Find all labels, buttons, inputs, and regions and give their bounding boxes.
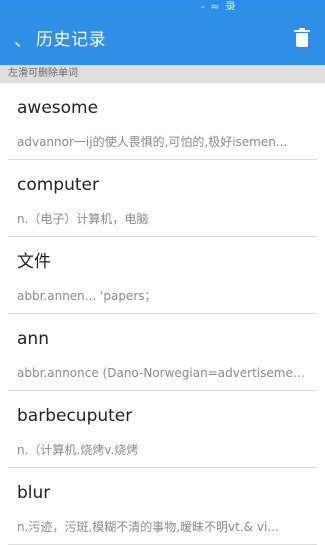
meaning-text: n.（计算机.烧烤v.烧烤 (17, 443, 139, 457)
status-strip: - ≈ 录 (0, 0, 325, 13)
list-item[interactable]: barbecuputer n.（计算机.烧烤v.烧烤 (8, 391, 317, 468)
swipe-hint: 左滑可删除单词 (0, 65, 325, 83)
word-text: 文件 (17, 252, 51, 272)
word-text: computer (17, 175, 99, 195)
meaning-text: n.（电子）计算机，电脑 (17, 212, 149, 226)
word-text: barbecuputer (17, 406, 133, 426)
list-item[interactable]: ann abbr.annonce (Dano-Norwegian=adverti… (8, 314, 317, 391)
history-list: awesome advannor一ij的使人畏惧的,可怕的,极好isemen..… (0, 83, 325, 545)
list-item[interactable]: computer n.（电子）计算机，电脑 (8, 160, 317, 237)
trash-icon[interactable] (294, 27, 310, 47)
list-item[interactable]: 文件 abbr.annen... 'papers； (8, 237, 317, 314)
word-text: blur (17, 483, 51, 503)
app-bar: 、 历史记录 (0, 10, 325, 65)
page-title: 历史记录 (36, 30, 106, 50)
meaning-text: n.污迹，污斑,模糊不清的事物,暧昧不明vt.& vi... (17, 520, 279, 534)
list-item[interactable]: blur n.污迹，污斑,模糊不清的事物,暧昧不明vt.& vi... (8, 468, 317, 545)
list-item[interactable]: awesome advannor一ij的使人畏惧的,可怕的,极好isemen..… (8, 83, 317, 160)
word-text: awesome (17, 98, 99, 118)
back-icon[interactable]: 、 (14, 26, 36, 52)
meaning-text: abbr.annonce (Dano-Norwegian=advertiseme… (17, 366, 309, 380)
word-text: ann (17, 329, 49, 349)
meaning-text: abbr.annen... 'papers； (17, 289, 157, 303)
meaning-text: advannor一ij的使人畏惧的,可怕的,极好isemen... (17, 135, 288, 149)
